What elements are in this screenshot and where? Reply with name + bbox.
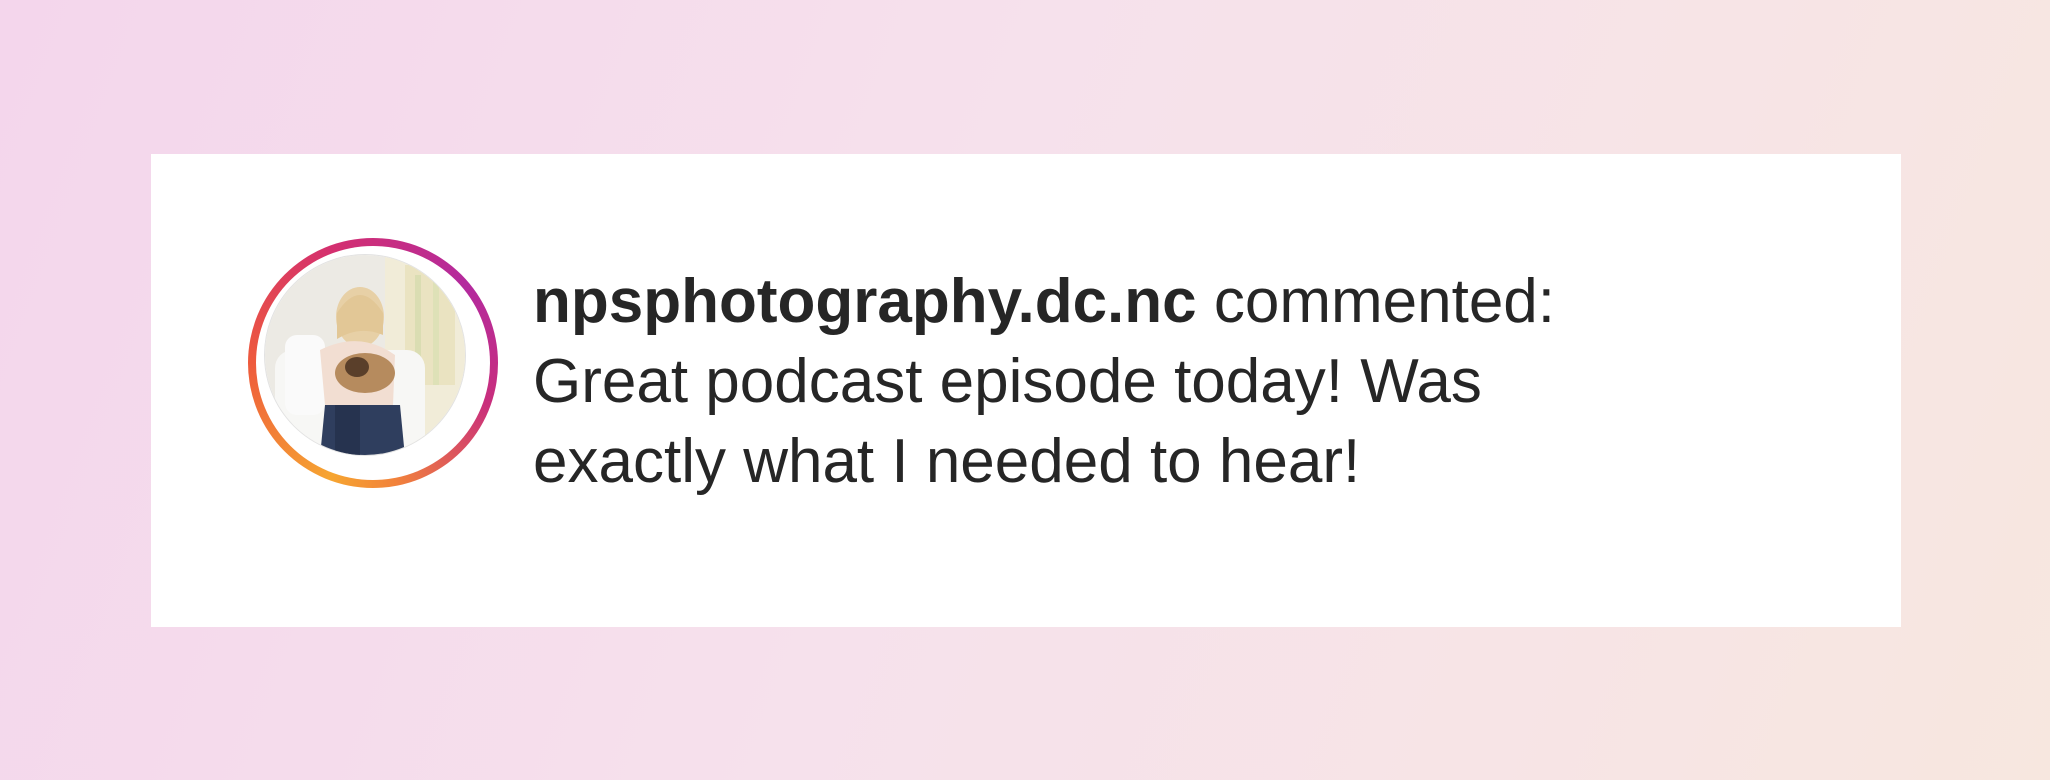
avatar[interactable] [264,254,466,456]
notification-card[interactable]: npsphotography.dc.nc commented: Great po… [151,154,1901,627]
profile-photo-icon [265,255,465,455]
comment-line-1: Great podcast episode today! Was [533,347,1482,416]
action-text: commented: [1213,267,1556,336]
story-ring-avatar[interactable] [248,238,498,488]
comment-line-2: exactly what I needed to hear! [533,427,1361,496]
username-link[interactable]: npsphotography.dc.nc [533,267,1197,336]
comment-text: npsphotography.dc.nc commented: Great po… [533,262,1863,502]
